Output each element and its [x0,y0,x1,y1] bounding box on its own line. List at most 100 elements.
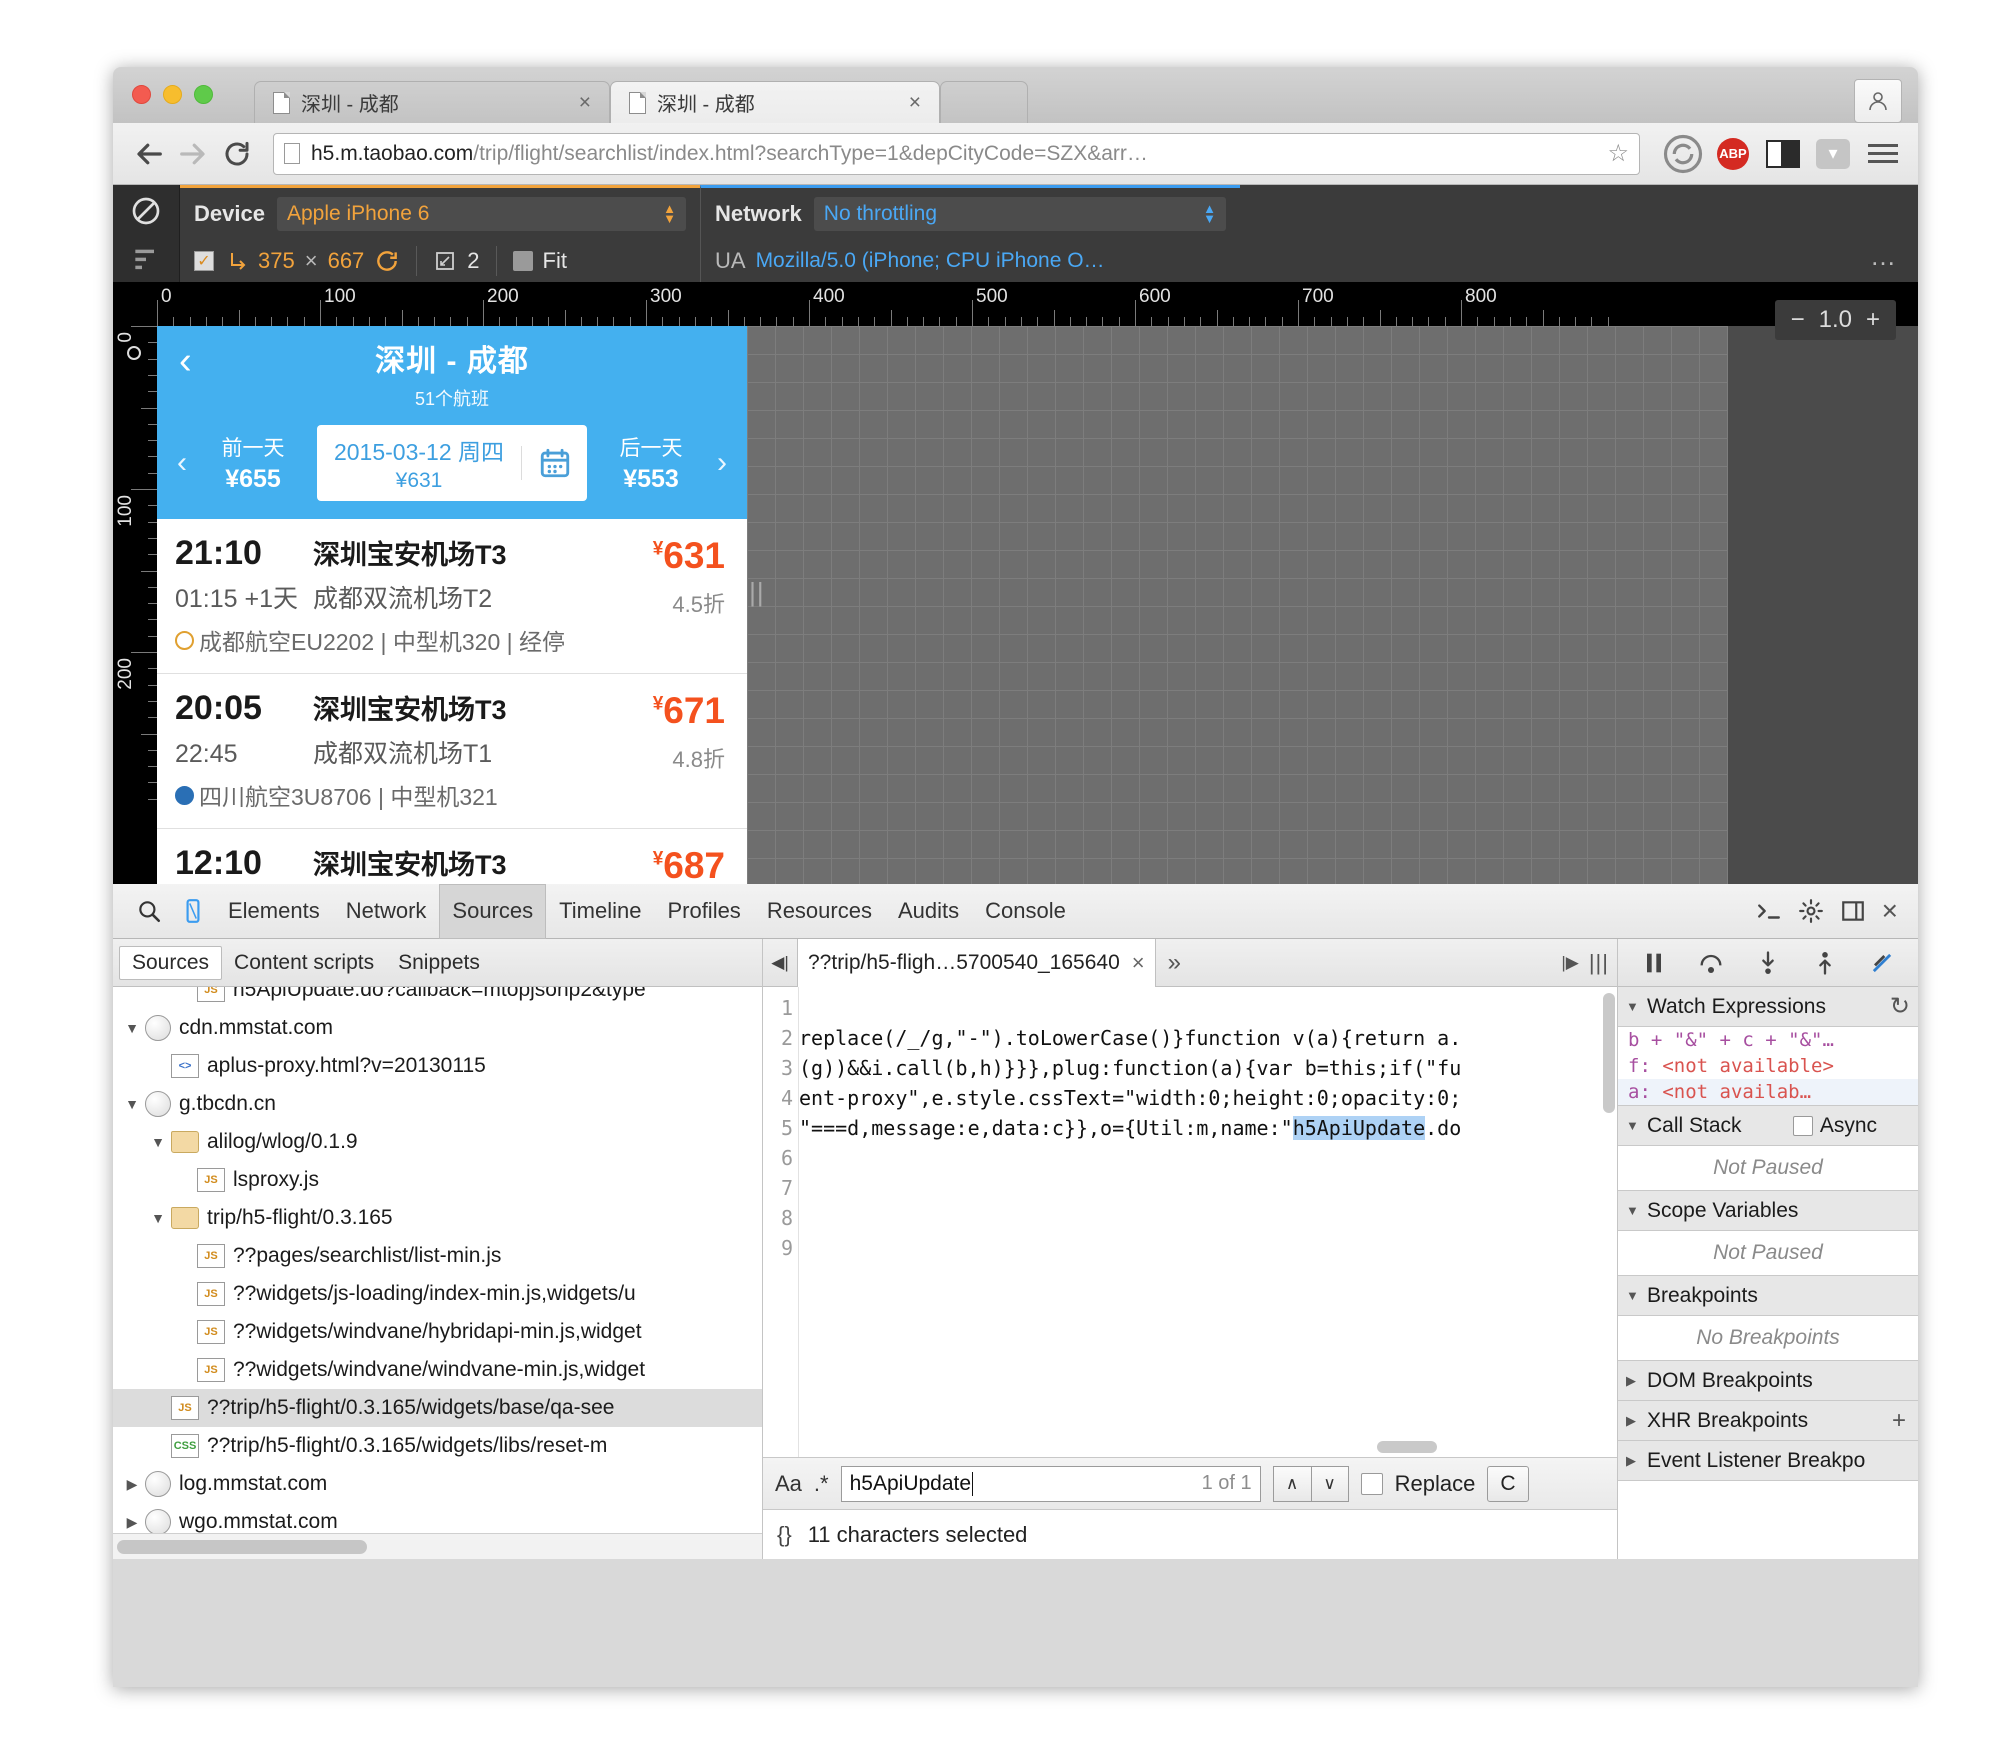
profile-button[interactable] [1854,79,1902,123]
close-tab-1-button[interactable]: × [573,91,597,115]
devtools-tab-sources[interactable]: Sources [439,883,547,939]
find-next-button[interactable]: ∨ [1310,1465,1349,1502]
next-day-button[interactable]: 后一天 ¥553 [599,432,703,494]
devtools-tab-console[interactable]: Console [972,884,1079,939]
zoom-in-button[interactable]: + [1866,306,1880,334]
chevron-down-icon[interactable]: ▼ [145,1134,171,1150]
file-tree-row[interactable]: JS lsproxy.js [113,1161,762,1199]
viewport-resize-handle[interactable]: ||| [741,572,763,612]
next-day-arrow-icon[interactable]: › [709,446,735,480]
section-header-scope-variables[interactable]: ▼ Scope Variables [1618,1191,1918,1231]
minimize-window-button[interactable] [163,85,182,104]
editor-prev-tab-button[interactable]: ◀| [763,939,797,987]
devtools-tab-audits[interactable]: Audits [885,884,972,939]
browser-tab-1[interactable]: 深圳 - 成都 × [254,81,610,123]
pocket-extension-button[interactable]: ▾ [1812,133,1854,175]
watch-expression-row[interactable]: b + "&" + c + "&"… [1618,1027,1918,1053]
find-input[interactable]: h5ApiUpdate 1 of 1 [840,1465,1261,1502]
device-pixel-ratio-value[interactable]: 2 [467,248,479,274]
chevron-down-icon[interactable]: ▼ [145,1210,171,1226]
sync-extension-button[interactable] [1662,133,1704,175]
replace-all-button[interactable]: C [1487,1465,1529,1502]
rotate-dimension-icon[interactable] [224,249,248,273]
prev-day-button[interactable]: 前一天 ¥655 [201,432,305,494]
swap-orientation-icon[interactable] [374,248,400,274]
file-tree-row[interactable]: ▼ trip/h5-flight/0.3.165 [113,1199,762,1237]
navigator-tab-snippets[interactable]: Snippets [386,947,492,979]
deactivate-breakpoints-icon[interactable] [1868,949,1896,977]
maximize-window-button[interactable] [194,85,213,104]
browser-menu-button[interactable] [1862,133,1904,175]
file-tree-row[interactable]: JS ??widgets/js-loading/index-min.js,widg… [113,1275,762,1313]
section-header-call-stack[interactable]: ▼ Call Stack Async [1618,1106,1918,1146]
code-horizontal-scrollbar[interactable] [1377,1441,1437,1453]
match-case-button[interactable]: Aa [775,1471,802,1497]
emulation-more-button[interactable]: … [1870,241,1898,272]
calendar-button[interactable] [521,446,587,480]
reload-button[interactable] [215,132,259,176]
section-header-breakpoints[interactable]: ▼ Breakpoints [1618,1276,1918,1316]
back-icon[interactable]: ‹ [179,342,192,380]
file-tree-row[interactable]: ▶ log.mmstat.com [113,1465,762,1503]
fit-checkbox[interactable] [512,251,533,271]
no-override-icon[interactable] [130,195,162,227]
forward-button[interactable] [171,132,215,176]
device-enabled-checkbox[interactable]: ✓ [194,251,214,271]
refresh-icon[interactable]: ↻ [1890,992,1910,1021]
scrollbar-thumb[interactable] [117,1539,367,1554]
flight-list-item[interactable]: 20:05 深圳宝安机场T3 22:45 成都双流机场T1 四川航空3U8706 | 中… [157,674,747,829]
close-editor-tab-button[interactable]: × [1132,950,1145,976]
new-tab-button[interactable] [940,81,1028,123]
prev-day-arrow-icon[interactable]: ‹ [169,446,195,480]
dark-extension-button[interactable] [1762,133,1804,175]
file-tree-row[interactable]: ▶ wgo.mmstat.com [113,1503,762,1533]
section-header-xhr-breakpoints[interactable]: ▶ XHR Breakpoints + [1618,1401,1918,1441]
file-tree-row[interactable]: CSS ??trip/h5-flight/0.3.165/widgets/libs… [113,1427,762,1465]
file-tree-row[interactable]: ▼ cdn.mmstat.com [113,1009,762,1047]
step-into-icon[interactable] [1754,949,1782,977]
back-button[interactable] [127,132,171,176]
find-previous-button[interactable]: ∧ [1272,1465,1311,1502]
network-conditions-icon[interactable] [130,243,162,275]
code-area[interactable]: 1 2 3 4 5 6 7 8 9 replace(/_/g,"-").toLowerCase(… [763,987,1617,1457]
section-header-event-listener-breakpo[interactable]: ▶ Event Listener Breakpo [1618,1441,1918,1481]
network-throttling-select[interactable]: No throttling ▲ ▼ [813,197,1226,231]
file-tree-row[interactable]: ▼ g.tbcdn.cn [113,1085,762,1123]
plus-icon[interactable]: + [1892,1407,1910,1435]
navigator-tab-sources[interactable]: Sources [119,945,223,980]
dock-console-icon[interactable] [1756,898,1782,924]
step-over-icon[interactable] [1697,949,1725,977]
browser-tab-2[interactable]: 深圳 - 成都 × [610,81,940,123]
editor-tab[interactable]: ??trip/h5-fligh…5700540_165640 × [797,938,1156,987]
chevron-right-icon[interactable]: ▶ [119,1514,145,1531]
navigator-hscrollbar[interactable] [113,1533,762,1559]
toggle-device-mode-button[interactable] [171,898,215,924]
step-out-icon[interactable] [1811,949,1839,977]
file-tree-row[interactable]: ▼ alilog/wlog/0.1.9 [113,1123,762,1161]
chevron-right-icon[interactable]: ▶ [119,1476,145,1493]
file-tree-row[interactable]: JS ??widgets/windvane/hybridapi-min.js,wi… [113,1313,762,1351]
dock-side-icon[interactable] [1840,898,1866,924]
address-bar[interactable]: h5.m.taobao.com/trip/flight/searchlist/i… [273,132,1640,175]
devtools-tab-timeline[interactable]: Timeline [546,884,654,939]
close-tab-2-button[interactable]: × [903,91,927,115]
code-text[interactable]: replace(/_/g,"-").toLowerCase()}function… [799,987,1617,1457]
flight-list-item[interactable]: 21:10 深圳宝安机场T3 01:15 +1天 成都双流机场T2 成都航空EU2202… [157,519,747,674]
replace-checkbox[interactable] [1360,1472,1383,1495]
settings-gear-icon[interactable] [1798,898,1824,924]
section-header-dom-breakpoints[interactable]: ▶ DOM Breakpoints [1618,1361,1918,1401]
flight-list-item[interactable]: 12:10 深圳宝安机场T3 ¥687 [157,829,747,884]
watch-expression-row[interactable]: a: <not availab… [1618,1079,1918,1105]
emulated-viewport[interactable]: ‹ 深圳 - 成都 51个航班 ‹ 前一天 ¥655 2015-03-12 周四… [157,326,747,884]
file-tree-row[interactable]: JS h5ApiUpdate.do?callback=mtopjsonp2&typ… [113,987,762,1009]
editor-next-tab-button[interactable]: |▶ [1561,953,1579,973]
async-checkbox[interactable] [1792,1115,1813,1136]
file-tree[interactable]: JS h5ApiUpdate.do?callback=mtopjsonp2&typ… [113,987,762,1533]
adblock-extension-button[interactable]: ABP [1712,133,1754,175]
viewport-width-input[interactable]: 375 [258,248,295,274]
regex-button[interactable]: .* [814,1471,829,1497]
device-select[interactable]: Apple iPhone 6 ▲ ▼ [276,197,686,231]
pretty-print-button[interactable]: {} [777,1522,792,1548]
file-tree-row[interactable]: JS ??pages/searchlist/list-min.js [113,1237,762,1275]
watch-expression-row[interactable]: f: <not available> [1618,1053,1918,1079]
